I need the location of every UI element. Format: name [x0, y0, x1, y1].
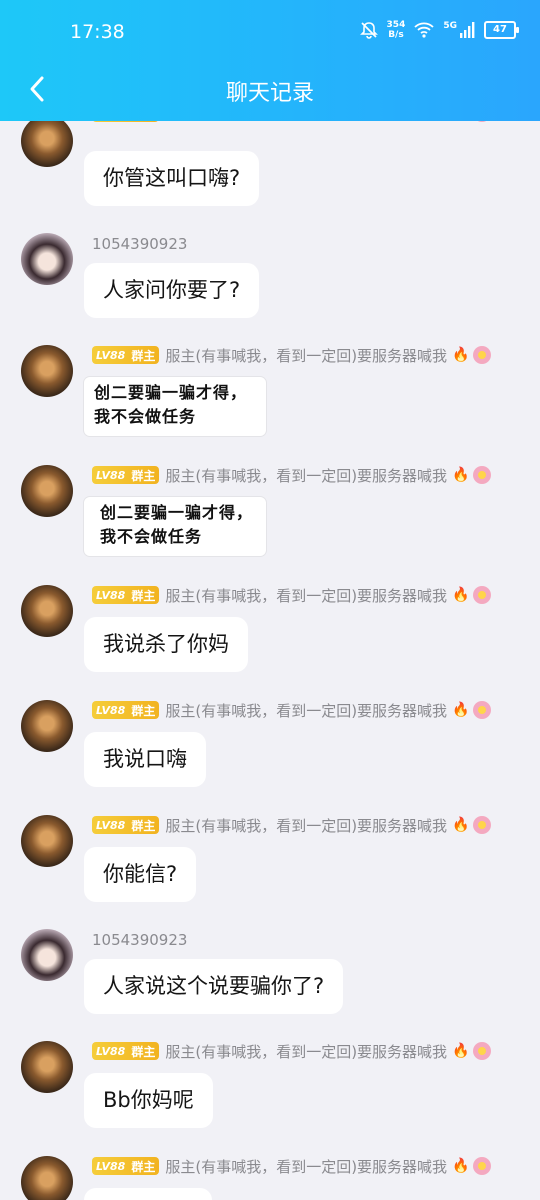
sender-name: 服主(有事喊我，看到一定回)要服务器喊我: [165, 1042, 448, 1061]
sender-meta: LV88群主 服主(有事喊我，看到一定回)要服务器喊我 🔥: [92, 700, 491, 720]
sender-name: 服主(有事喊我，看到一定回)要服务器喊我: [165, 346, 448, 365]
image-message[interactable]: 创二要骗一骗才得， 我不会做任务: [84, 377, 266, 436]
sender-meta: LV88群主 服主(有事喊我，看到一定回)要服务器喊我 🔥: [92, 345, 491, 365]
message-bubble[interactable]: 人家说这个说要骗你了?: [84, 959, 344, 1014]
wifi-icon: [414, 22, 434, 38]
chat-history-list[interactable]: LV88群主 服主(有事喊我，看到一定回)要服务器喊我 🔥 你管这叫口嗨? 10…: [0, 121, 540, 1200]
net-speed: 354 B/s: [386, 20, 406, 40]
sender-name: 服主(有事喊我，看到一定回)要服务器喊我: [165, 586, 448, 605]
message-bubble[interactable]: Bb你妈呢: [84, 1073, 213, 1128]
flower-icon: [472, 466, 491, 484]
message-bubble[interactable]: 你管这叫口嗨?: [84, 151, 260, 206]
signal-icon: [460, 22, 475, 38]
group-owner-badge: LV88群主: [92, 1042, 160, 1060]
fire-icon: 🔥: [452, 1158, 470, 1174]
sender-name: 服主(有事喊我，看到一定回)要服务器喊我: [165, 701, 448, 720]
flower-icon: [472, 701, 491, 719]
flower-icon: [472, 1157, 491, 1175]
sender-name: 服主(有事喊我，看到一定回)要服务器喊我: [165, 1157, 448, 1176]
sender-meta: LV88群主 服主(有事喊我，看到一定回)要服务器喊我 🔥: [92, 465, 491, 485]
avatar[interactable]: [21, 121, 73, 167]
group-owner-badge: LV88群主: [92, 586, 160, 604]
message-bubble[interactable]: [84, 1188, 212, 1200]
flower-icon: [472, 586, 491, 604]
flower-icon: [472, 816, 491, 834]
image-text: 创二要骗一骗才得， 我不会做任务: [100, 503, 254, 546]
message-bubble[interactable]: 我说口嗨: [84, 732, 206, 787]
avatar[interactable]: [21, 233, 73, 285]
page-title: 聊天记录: [225, 81, 314, 106]
group-owner-badge: LV88群主: [92, 816, 160, 834]
fire-icon: 🔥: [452, 702, 470, 718]
sender-name: 服主(有事喊我，看到一定回)要服务器喊我: [165, 466, 448, 485]
flower-icon: [472, 1042, 491, 1060]
avatar[interactable]: [21, 700, 73, 752]
sender-id: 1054390923: [92, 931, 188, 949]
avatar[interactable]: [21, 815, 73, 867]
status-icons: 354 B/s 5G 47: [359, 20, 519, 40]
sender-meta: LV88群主 服主(有事喊我，看到一定回)要服务器喊我 🔥: [92, 1156, 491, 1176]
fire-icon: 🔥: [452, 1043, 470, 1059]
status-bar: 17:38 354 B/s 5G 47: [0, 0, 540, 66]
message-bubble[interactable]: 你能信?: [84, 847, 197, 902]
image-message[interactable]: 创二要骗一骗才得， 我不会做任务: [84, 497, 266, 556]
flower-icon: [472, 346, 491, 364]
network-type: 5G: [443, 21, 457, 31]
group-owner-badge: LV88群主: [92, 466, 160, 484]
sender-name: 服主(有事喊我，看到一定回)要服务器喊我: [165, 121, 447, 124]
app-header: 17:38 354 B/s 5G 47 聊天记录: [0, 0, 540, 121]
mute-bell-icon: [359, 22, 378, 39]
group-owner-badge: LV88群主: [92, 1157, 160, 1175]
group-owner-badge: LV88群主: [92, 701, 160, 719]
sender-meta: LV88群主 服主(有事喊我，看到一定回)要服务器喊我 🔥: [92, 121, 491, 123]
avatar[interactable]: [21, 345, 73, 397]
sender-name: 服主(有事喊我，看到一定回)要服务器喊我: [165, 816, 448, 835]
sender-meta: LV88群主 服主(有事喊我，看到一定回)要服务器喊我 🔥: [92, 815, 491, 835]
image-text: 创二要骗一骗才得， 我不会做任务: [94, 383, 248, 426]
battery-icon: 47: [484, 21, 519, 39]
avatar[interactable]: [21, 1041, 73, 1093]
fire-icon: 🔥: [452, 587, 470, 603]
fire-icon: 🔥: [452, 347, 470, 363]
group-owner-badge: LV88群主: [92, 121, 160, 122]
sender-meta: LV88群主 服主(有事喊我，看到一定回)要服务器喊我 🔥: [92, 585, 491, 605]
avatar[interactable]: [21, 929, 73, 981]
clock: 17:38: [70, 21, 125, 43]
fire-icon: 🔥: [452, 817, 470, 833]
group-owner-badge: LV88群主: [92, 346, 160, 364]
flower-icon: [472, 121, 491, 122]
fire-icon: 🔥: [452, 467, 470, 483]
sender-meta: LV88群主 服主(有事喊我，看到一定回)要服务器喊我 🔥: [92, 1041, 491, 1061]
message-bubble[interactable]: 我说杀了你妈: [84, 617, 248, 672]
avatar[interactable]: [21, 1156, 73, 1200]
message-bubble[interactable]: 人家问你要了?: [84, 263, 260, 318]
sender-id: 1054390923: [92, 235, 188, 253]
avatar[interactable]: [21, 585, 73, 637]
avatar[interactable]: [21, 465, 73, 517]
